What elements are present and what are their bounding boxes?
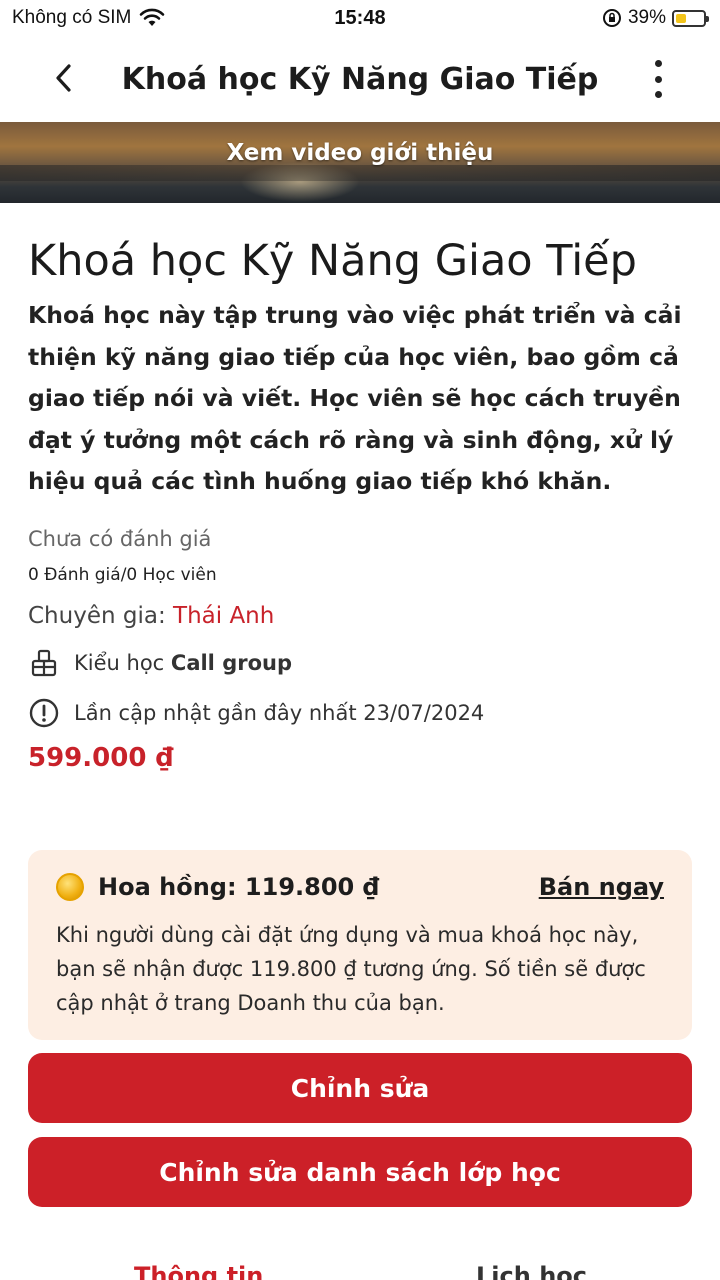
more-dot-icon <box>654 75 662 83</box>
info-alert-icon <box>29 698 59 727</box>
app-header: Khoá học Kỹ Năng Giao Tiếp <box>0 36 720 122</box>
learning-type-icon <box>31 649 57 676</box>
more-dot-icon <box>654 60 662 67</box>
edit-button[interactable]: Chỉnh sửa <box>28 1053 692 1123</box>
orientation-lock-icon <box>602 9 621 27</box>
chevron-left-icon <box>56 64 71 92</box>
intro-video-label: Xem video giới thiệu <box>226 139 494 166</box>
expert-row: Chuyên gia: Thái Anh <box>28 603 692 629</box>
review-student-counts: 0 Đánh giá/0 Học viên <box>28 564 217 585</box>
battery-fill <box>676 13 687 23</box>
tab-bar: Thông tin Lịch học <box>0 1262 720 1280</box>
more-options-button[interactable] <box>640 56 676 102</box>
course-content: Khoá học Kỹ Năng Giao Tiếp Khoá học này … <box>28 203 692 773</box>
battery-percent: 39% <box>627 7 666 28</box>
learning-type-text: Kiểu học Call group <box>74 651 292 675</box>
back-button[interactable] <box>44 58 84 98</box>
battery-icon <box>672 9 709 27</box>
tab-schedule[interactable]: Lịch học <box>476 1262 587 1280</box>
page-title: Khoá học Kỹ Năng Giao Tiếp <box>121 61 599 97</box>
wifi-icon <box>140 8 165 26</box>
commission-header: Hoa hồng: 119.800 ₫ Bán ngay <box>56 870 664 904</box>
learning-type-value: Call group <box>170 650 292 675</box>
commission-card: Hoa hồng: 119.800 ₫ Bán ngay Khi người d… <box>28 850 692 1040</box>
sell-now-link[interactable]: Bán ngay <box>539 873 664 901</box>
learning-type-row: Kiểu học Call group <box>28 647 692 679</box>
commission-title-group: Hoa hồng: 119.800 ₫ <box>56 873 379 901</box>
edit-class-list-button[interactable]: Chỉnh sửa danh sách lớp học <box>28 1137 692 1207</box>
tab-info[interactable]: Thông tin <box>134 1262 263 1280</box>
more-dot-icon <box>654 91 662 98</box>
carrier-label: Không có SIM <box>12 7 132 28</box>
learning-type-label: Kiểu học <box>74 650 165 675</box>
last-update-text: Lần cập nhật gần đây nhất 23/07/2024 <box>74 700 485 725</box>
coin-icon <box>56 873 84 901</box>
course-description: Khoá học này tập trung vào việc phát tri… <box>28 301 682 495</box>
expert-name[interactable]: Thái Anh <box>173 603 274 629</box>
status-bar: Không có SIM 15:48 39% <box>0 0 720 36</box>
commission-description: Khi người dùng cài đặt ứng dụng và mua k… <box>56 923 646 1015</box>
intro-video-banner[interactable]: Xem video giới thiệu <box>0 122 720 203</box>
last-update-row: Lần cập nhật gần đây nhất 23/07/2024 <box>28 697 692 729</box>
course-price: 599.000 ₫ <box>28 742 174 773</box>
expert-label: Chuyên gia: <box>28 602 166 629</box>
banner-background <box>0 165 720 181</box>
commission-title: Hoa hồng: 119.800 ₫ <box>98 873 380 901</box>
rating-status: Chưa có đánh giá <box>28 526 212 551</box>
status-right: 39% <box>602 7 709 29</box>
status-left: Không có SIM <box>12 7 165 29</box>
course-title: Khoá học Kỹ Năng Giao Tiếp <box>28 236 637 286</box>
